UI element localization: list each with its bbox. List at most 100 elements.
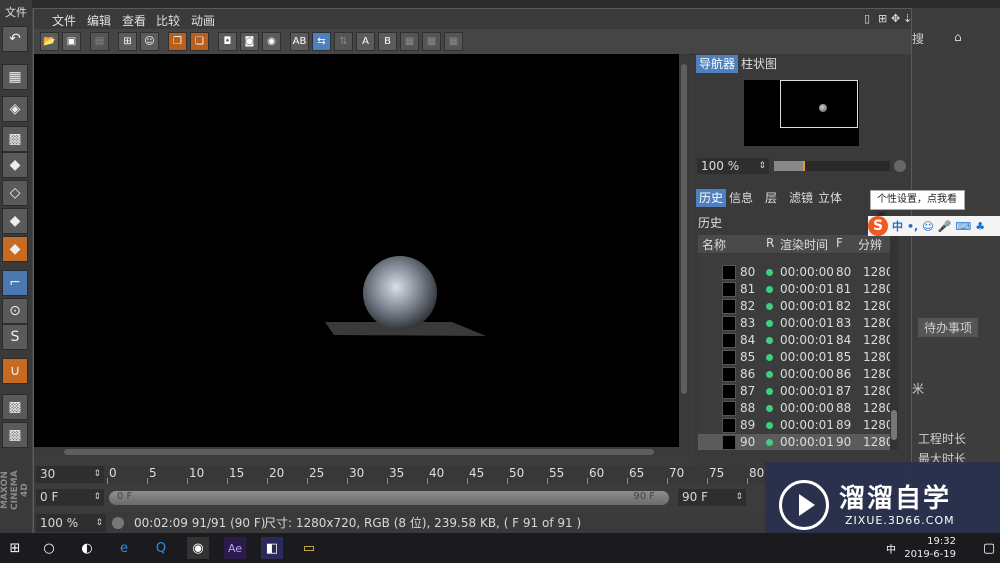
window-icon[interactable]: ▯ xyxy=(864,12,870,25)
zoom-reset-icon[interactable] xyxy=(894,160,906,172)
save-icon[interactable]: ▣ xyxy=(62,32,81,51)
user-icon[interactable]: ☺ xyxy=(140,32,159,51)
menu-edit[interactable]: 编辑 xyxy=(87,12,111,29)
grid-snap-icon[interactable]: ▩ xyxy=(2,422,28,448)
open-file-icon[interactable]: 📂 xyxy=(40,32,59,51)
menu-compare[interactable]: 比较 xyxy=(156,12,180,29)
stack-tool-icon[interactable]: ▦ xyxy=(2,64,28,90)
history-row[interactable]: 88 00:00:00 88 1280 xyxy=(698,400,890,417)
edge-browser-icon[interactable]: e xyxy=(113,537,135,559)
undo-icon[interactable]: ↶ xyxy=(2,26,28,52)
menu-view[interactable]: 查看 xyxy=(122,12,146,29)
tab-info[interactable]: 信息 xyxy=(726,189,756,207)
fit-icon[interactable]: ⊞ xyxy=(118,32,137,51)
render-settings-icon[interactable]: ◉ xyxy=(262,32,281,51)
history-row[interactable]: 86 00:00:00 86 1280 xyxy=(698,366,890,383)
layer-tool-icon[interactable]: ◆ xyxy=(2,152,28,178)
todo-tab[interactable]: 待办事项 xyxy=(918,318,979,337)
tab-navigator[interactable]: 导航器 xyxy=(696,55,739,73)
paste-icon[interactable]: ❏ xyxy=(190,32,209,51)
canvas-vertical-scrollbar[interactable] xyxy=(679,54,689,447)
range-start-field[interactable]: 0 F ⇕ xyxy=(36,489,104,506)
history-row[interactable]: 83 00:00:01 83 1280 xyxy=(698,315,890,332)
tray-lang[interactable]: 中 xyxy=(880,537,902,559)
ime-mode[interactable]: 中 xyxy=(892,218,903,234)
col-frame[interactable]: F xyxy=(836,236,843,250)
navigator-zoom-field[interactable]: 100 % ⇕ xyxy=(697,158,769,174)
history-row[interactable]: 80 00:00:00 80 1280 xyxy=(698,264,890,281)
menu-file[interactable]: 文件 xyxy=(52,12,76,29)
menu-animation[interactable]: 动画 xyxy=(191,12,215,29)
cube-tool-icon[interactable]: ◈ xyxy=(2,96,28,122)
tab-filters[interactable]: 滤镜 xyxy=(786,189,816,207)
tab-stereo[interactable]: 立体 xyxy=(815,189,845,207)
play-icon[interactable] xyxy=(112,517,124,529)
range-end-field[interactable]: 90 F ⇕ xyxy=(678,489,746,506)
point-tool-icon[interactable]: ◇ xyxy=(2,180,28,206)
history-row[interactable]: 81 00:00:01 81 1280 xyxy=(698,281,890,298)
notification-icon[interactable]: ▢ xyxy=(978,537,1000,559)
history-scrollbar[interactable] xyxy=(890,235,898,450)
magnet-tool-icon[interactable]: ∪ xyxy=(2,358,28,384)
tab-histogram[interactable]: 柱状图 xyxy=(738,55,780,73)
browser-icon[interactable]: Q xyxy=(150,537,172,559)
canvas-horizontal-scrollbar[interactable] xyxy=(34,447,689,457)
punctuation-icon[interactable]: •, xyxy=(907,220,918,233)
history-row[interactable]: 90 00:00:01 90 1280 xyxy=(698,434,890,450)
snap-tool-icon[interactable]: S xyxy=(2,324,28,350)
voice-icon[interactable]: 🎤 xyxy=(938,220,952,233)
render-canvas[interactable] xyxy=(34,54,679,447)
move-icon[interactable]: ✥ xyxy=(891,12,900,25)
status-zoom-field[interactable]: 100 % ⇕ xyxy=(36,514,106,532)
tab-history[interactable]: 历史 xyxy=(696,189,727,207)
ab-compare-icon[interactable]: AB xyxy=(290,32,309,51)
edge-tool-icon[interactable]: ◆ xyxy=(2,208,28,234)
mouse-tool-icon[interactable]: ⊙ xyxy=(2,298,28,324)
save-all-icon[interactable]: ▤ xyxy=(90,32,109,51)
dock-icon[interactable]: ⇣ xyxy=(903,12,912,25)
app-file-menu[interactable]: 文件 xyxy=(0,4,32,20)
set-a-icon[interactable]: A xyxy=(356,32,375,51)
set-b-icon[interactable]: B xyxy=(378,32,397,51)
emoji-icon[interactable]: ☺ xyxy=(922,220,933,233)
app-icon-1[interactable]: ◐ xyxy=(76,537,98,559)
range-slider[interactable]: 0 F 90 F xyxy=(109,491,669,505)
navigator-zoom-slider[interactable] xyxy=(774,161,890,171)
history-row[interactable]: 82 00:00:01 82 1280 xyxy=(698,298,890,315)
history-row[interactable]: 89 00:00:01 89 1280 xyxy=(698,417,890,434)
navigator-preview[interactable] xyxy=(744,80,859,146)
render-view-icon[interactable]: ◘ xyxy=(218,32,237,51)
render-region-icon[interactable]: ◙ xyxy=(240,32,259,51)
tab-layers[interactable]: 层 xyxy=(762,189,780,207)
copy-icon[interactable]: ❐ xyxy=(168,32,187,51)
navigator-view-frame[interactable] xyxy=(780,80,858,128)
history-row[interactable]: 87 00:00:01 87 1280 xyxy=(698,383,890,400)
col-render-time[interactable]: 渲染时间 xyxy=(780,236,828,253)
difference-icon[interactable]: ▦ xyxy=(400,32,419,51)
after-effects-icon[interactable]: Ae xyxy=(224,537,246,559)
history-row[interactable]: 85 00:00:01 85 1280 xyxy=(698,349,890,366)
col-r[interactable]: R xyxy=(766,236,774,250)
grid-icon[interactable]: ▦ xyxy=(444,32,463,51)
axis-tool-icon[interactable]: ⌐ xyxy=(2,270,28,296)
skin-icon[interactable]: ♣ xyxy=(975,220,985,233)
history-row[interactable]: 84 00:00:01 84 1280 xyxy=(698,332,890,349)
home-icon[interactable]: ⌂ xyxy=(954,30,962,44)
search-icon[interactable]: ○ xyxy=(38,537,60,559)
taskbar-clock[interactable]: 19:32 2019-6-19 xyxy=(904,535,956,561)
windows-start-icon[interactable]: ⊞ xyxy=(4,537,26,559)
ime-toolbar[interactable]: S 中 •, ☺ 🎤 ⌨ ♣ xyxy=(868,216,1000,236)
swap-icon[interactable]: ⇅ xyxy=(334,32,353,51)
cinema4d-taskbar-icon[interactable]: ◉ xyxy=(187,537,209,559)
media-icon[interactable]: ◧ xyxy=(261,537,283,559)
timeline-start-field[interactable]: 30 ⇕ xyxy=(36,466,104,483)
keyboard-icon[interactable]: ⌨ xyxy=(955,220,971,233)
file-explorer-icon[interactable]: ▭ xyxy=(298,537,320,559)
lock-grid-icon[interactable]: ▩ xyxy=(2,394,28,420)
sogou-logo[interactable]: S xyxy=(868,216,888,236)
polygon-tool-icon[interactable]: ◆ xyxy=(2,236,28,262)
overlay-icon[interactable]: ▦ xyxy=(422,32,441,51)
col-name[interactable]: 名称 xyxy=(702,236,726,253)
tile-icon[interactable]: ⊞ xyxy=(878,12,887,25)
split-icon[interactable]: ⇆ xyxy=(312,32,331,51)
